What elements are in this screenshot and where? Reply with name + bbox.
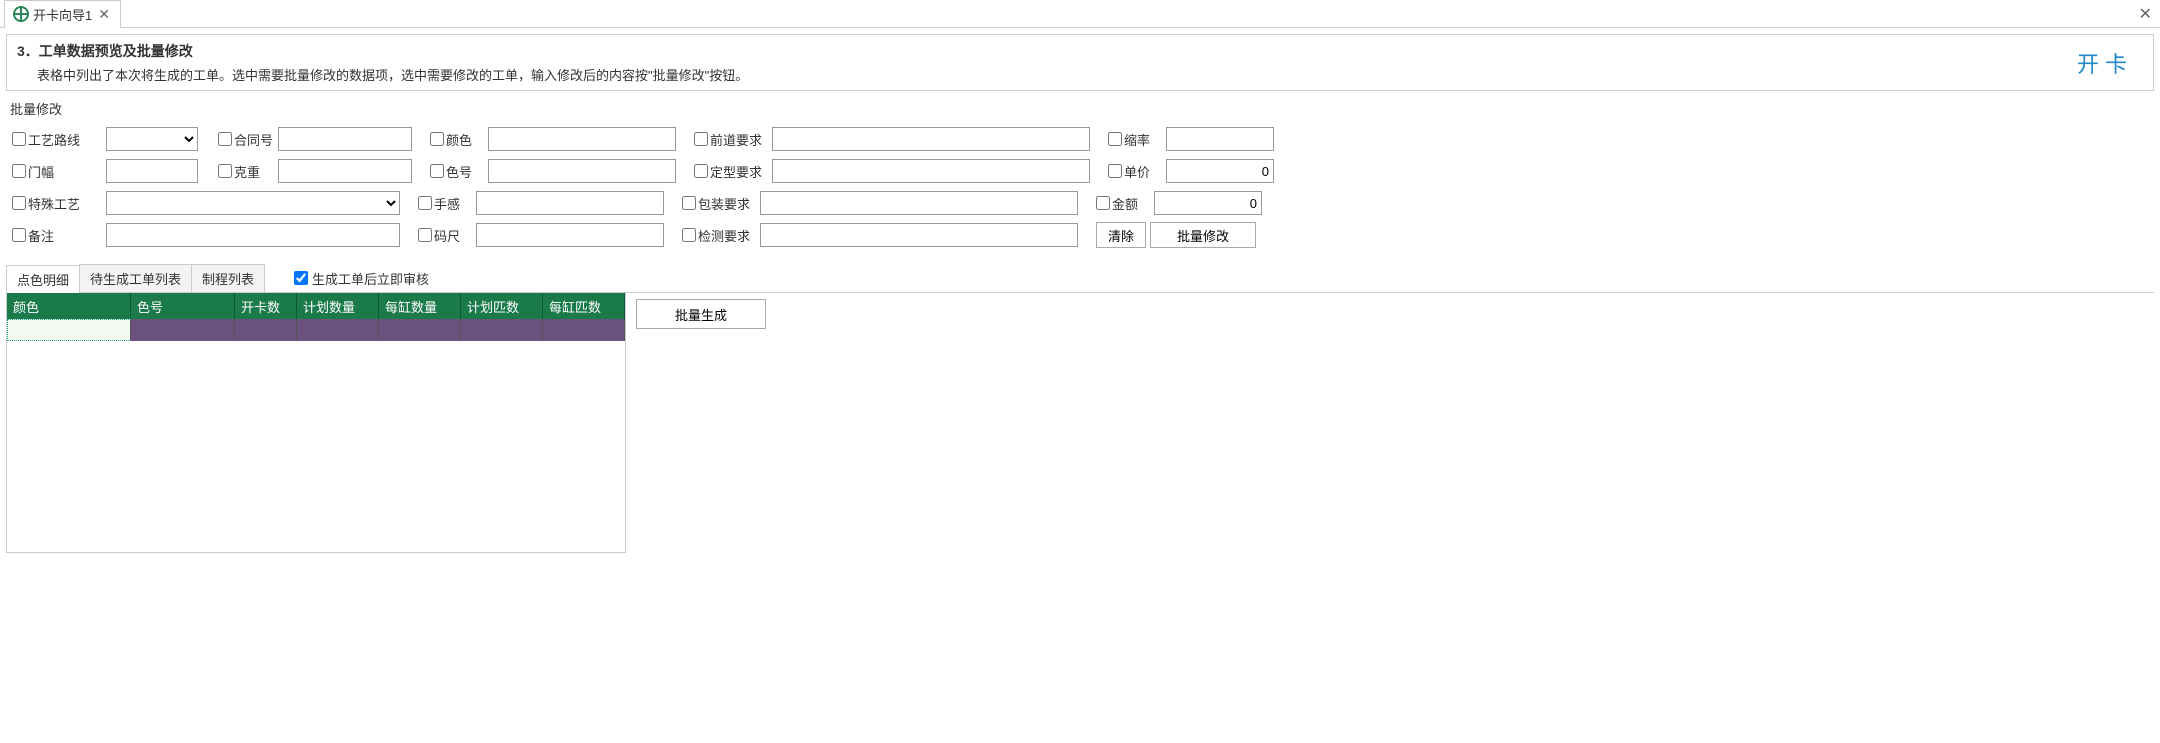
- audit-after-generate-checkbox[interactable]: [294, 271, 308, 285]
- remark-input[interactable]: [106, 223, 400, 247]
- tab-pending-work-orders[interactable]: 待生成工单列表: [79, 264, 192, 292]
- shape-req-checkbox-label[interactable]: 定型要求: [694, 162, 768, 181]
- grid-header-plan-pcs[interactable]: 计划匹数: [461, 293, 543, 319]
- globe-icon: [13, 6, 29, 22]
- color-checkbox[interactable]: [430, 132, 444, 146]
- unit-price-checkbox-label[interactable]: 单价: [1108, 162, 1162, 181]
- tab-process-list[interactable]: 制程列表: [191, 264, 265, 292]
- process-route-select[interactable]: [106, 127, 198, 151]
- step-header: 3．工单数据预览及批量修改 表格中列出了本次将生成的工单。选中需要批量修改的数据…: [6, 34, 2154, 91]
- open-card-link[interactable]: 开卡: [2077, 47, 2133, 79]
- grid-header-color[interactable]: 颜色: [7, 293, 131, 319]
- front-req-checkbox-label[interactable]: 前道要求: [694, 130, 768, 149]
- door-width-input[interactable]: [106, 159, 198, 183]
- special-process-checkbox[interactable]: [12, 196, 26, 210]
- grid-cell-vat-qty[interactable]: [379, 319, 461, 341]
- gram-weight-checkbox[interactable]: [218, 164, 232, 178]
- unit-price-checkbox[interactable]: [1108, 164, 1122, 178]
- inspect-req-checkbox[interactable]: [682, 228, 696, 242]
- shape-req-checkbox[interactable]: [694, 164, 708, 178]
- grid-header-card-count[interactable]: 开卡数: [235, 293, 297, 319]
- yard-input[interactable]: [476, 223, 664, 247]
- grid-header-color-no[interactable]: 色号: [131, 293, 235, 319]
- batch-modify-button[interactable]: 批量修改: [1150, 222, 1256, 248]
- pack-req-input[interactable]: [760, 191, 1078, 215]
- amount-checkbox[interactable]: [1096, 196, 1110, 210]
- batch-modify-section-label: 批量修改: [10, 99, 2154, 118]
- yard-checkbox-label[interactable]: 码尺: [418, 226, 472, 245]
- grid-header-vat-pcs[interactable]: 每缸匹数: [543, 293, 625, 319]
- hand-feel-checkbox-label[interactable]: 手感: [418, 194, 472, 213]
- inspect-req-input[interactable]: [760, 223, 1078, 247]
- special-process-select[interactable]: [106, 191, 400, 215]
- hand-feel-checkbox[interactable]: [418, 196, 432, 210]
- grid-cell-plan-qty[interactable]: [297, 319, 379, 341]
- step-title: 3．工单数据预览及批量修改: [17, 41, 2143, 61]
- contract-no-checkbox[interactable]: [218, 132, 232, 146]
- grid-cell-card-count[interactable]: [235, 319, 297, 341]
- shape-req-input[interactable]: [772, 159, 1090, 183]
- window-tab-bar: 开卡向导1 ✕ ✕: [0, 0, 2160, 28]
- data-tabs-row: 点色明细 待生成工单列表 制程列表 生成工单后立即审核: [6, 264, 2154, 293]
- front-req-input[interactable]: [772, 127, 1090, 151]
- yard-checkbox[interactable]: [418, 228, 432, 242]
- remark-checkbox-label[interactable]: 备注: [12, 226, 102, 245]
- process-route-checkbox-label[interactable]: 工艺路线: [12, 130, 102, 149]
- shrink-rate-checkbox-label[interactable]: 缩率: [1108, 130, 1162, 149]
- contract-no-input[interactable]: [278, 127, 412, 151]
- color-no-checkbox[interactable]: [430, 164, 444, 178]
- shrink-rate-input[interactable]: [1166, 127, 1274, 151]
- unit-price-input[interactable]: [1166, 159, 1274, 183]
- grid-cell-plan-pcs[interactable]: [461, 319, 543, 341]
- gram-weight-input[interactable]: [278, 159, 412, 183]
- color-no-input[interactable]: [488, 159, 676, 183]
- color-checkbox-label[interactable]: 颜色: [430, 130, 484, 149]
- pack-req-checkbox-label[interactable]: 包装要求: [682, 194, 756, 213]
- audit-after-generate-label[interactable]: 生成工单后立即审核: [294, 269, 429, 288]
- shrink-rate-checkbox[interactable]: [1108, 132, 1122, 146]
- tab-close-icon[interactable]: ✕: [96, 6, 112, 23]
- pack-req-checkbox[interactable]: [682, 196, 696, 210]
- grid-cell-color[interactable]: [7, 319, 131, 341]
- door-width-checkbox[interactable]: [12, 164, 26, 178]
- remark-checkbox[interactable]: [12, 228, 26, 242]
- color-detail-grid[interactable]: 颜色 色号 开卡数 计划数量 每缸数量 计划匹数 每缸匹数: [6, 293, 626, 553]
- color-input[interactable]: [488, 127, 676, 151]
- tab-color-detail[interactable]: 点色明细: [6, 265, 80, 293]
- process-route-checkbox[interactable]: [12, 132, 26, 146]
- step-description: 表格中列出了本次将生成的工单。选中需要批量修改的数据项，选中需要修改的工单，输入…: [17, 65, 2143, 84]
- special-process-checkbox-label[interactable]: 特殊工艺: [12, 194, 102, 213]
- batch-generate-button[interactable]: 批量生成: [636, 299, 766, 329]
- hand-feel-input[interactable]: [476, 191, 664, 215]
- clear-button[interactable]: 清除: [1096, 222, 1146, 248]
- gram-weight-checkbox-label[interactable]: 克重: [218, 162, 274, 181]
- window-tab[interactable]: 开卡向导1 ✕: [4, 0, 121, 28]
- contract-no-checkbox-label[interactable]: 合同号: [218, 130, 274, 149]
- inspect-req-checkbox-label[interactable]: 检测要求: [682, 226, 756, 245]
- grid-cell-color-no[interactable]: [131, 319, 235, 341]
- tab-title: 开卡向导1: [33, 5, 92, 24]
- grid-cell-vat-pcs[interactable]: [543, 319, 625, 341]
- door-width-checkbox-label[interactable]: 门幅: [12, 162, 102, 181]
- grid-header-vat-qty[interactable]: 每缸数量: [379, 293, 461, 319]
- batch-modify-form: 工艺路线 合同号 颜色 前道要求 缩率 门幅 克重 色号 定型要求 单价 特殊工…: [6, 120, 2154, 254]
- amount-input[interactable]: [1154, 191, 1262, 215]
- front-req-checkbox[interactable]: [694, 132, 708, 146]
- amount-checkbox-label[interactable]: 金额: [1096, 194, 1150, 213]
- grid-data-row[interactable]: [7, 319, 625, 341]
- color-no-checkbox-label[interactable]: 色号: [430, 162, 484, 181]
- window-close-icon[interactable]: ✕: [2139, 4, 2152, 24]
- grid-header-row: 颜色 色号 开卡数 计划数量 每缸数量 计划匹数 每缸匹数: [7, 293, 625, 319]
- grid-header-plan-qty[interactable]: 计划数量: [297, 293, 379, 319]
